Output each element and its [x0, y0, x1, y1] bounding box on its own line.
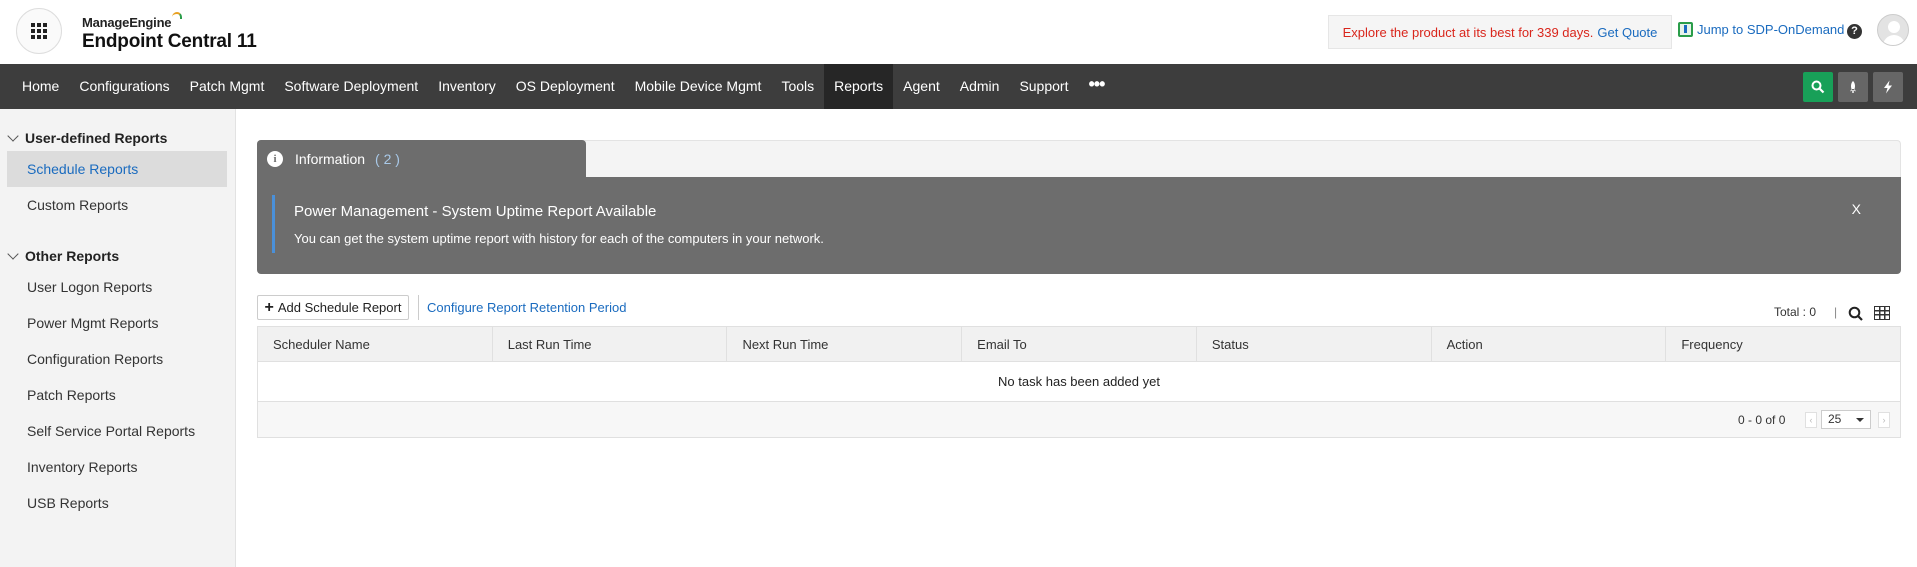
main-nav: Home Configurations Patch Mgmt Software …: [0, 64, 1917, 109]
get-quote-link[interactable]: Get Quote: [1597, 25, 1657, 40]
sidebar-item-patch-reports[interactable]: Patch Reports: [7, 377, 227, 413]
column-frequency[interactable]: Frequency: [1666, 327, 1900, 362]
add-schedule-report-label: Add Schedule Report: [277, 300, 402, 315]
sidebar-item-schedule-reports[interactable]: Schedule Reports: [7, 151, 227, 187]
sidebar-item-user-logon-reports[interactable]: User Logon Reports: [7, 269, 227, 305]
pagination-range: 0 - 0 of 0: [1738, 413, 1786, 427]
quick-actions-button[interactable]: [1873, 72, 1903, 102]
top-header: ManageEngine Endpoint Central 11 Explore…: [0, 0, 1917, 64]
info-title: Power Management - System Uptime Report …: [294, 203, 657, 220]
column-status[interactable]: Status: [1197, 327, 1432, 362]
brand-logo[interactable]: ManageEngine Endpoint Central 11: [82, 12, 257, 53]
total-count: Total : 0: [1774, 305, 1817, 319]
nav-reports[interactable]: Reports: [824, 64, 894, 109]
sidebar-item-power-mgmt-reports[interactable]: Power Mgmt Reports: [7, 305, 227, 341]
info-accent-bar: [272, 195, 275, 253]
table-header: Scheduler Name Last Run Time Next Run Ti…: [258, 327, 1900, 362]
plus-icon: +: [264, 298, 274, 316]
sdp-label: Jump to SDP-OnDemand: [1697, 22, 1845, 37]
chevron-down-icon: [7, 248, 19, 260]
nav-os-deployment[interactable]: OS Deployment: [506, 64, 625, 109]
nav-home[interactable]: Home: [0, 64, 69, 109]
nav-software-deployment[interactable]: Software Deployment: [274, 64, 428, 109]
trial-text: Explore the product at its best for 339 …: [1342, 24, 1594, 40]
lightning-icon: [1884, 80, 1892, 94]
toolbar-divider: [418, 295, 419, 320]
column-chooser-icon[interactable]: [1874, 306, 1890, 320]
add-schedule-report-button[interactable]: + Add Schedule Report: [257, 295, 409, 320]
table-pagination: 0 - 0 of 0 ‹ 25 ›: [258, 402, 1900, 437]
rocket-icon: [1850, 81, 1856, 93]
schedule-reports-table: Scheduler Name Last Run Time Next Run Ti…: [257, 326, 1901, 438]
more-menu-icon[interactable]: •••: [1078, 64, 1114, 109]
column-next-run-time[interactable]: Next Run Time: [727, 327, 963, 362]
info-icon: i: [267, 151, 283, 167]
user-avatar[interactable]: [1877, 14, 1909, 46]
table-search-icon[interactable]: [1847, 305, 1865, 323]
reports-sidebar: User-defined Reports Schedule Reports Cu…: [0, 109, 236, 567]
sidebar-item-custom-reports[interactable]: Custom Reports: [7, 187, 227, 223]
configure-retention-link[interactable]: Configure Report Retention Period: [427, 300, 626, 315]
app-launcher-button[interactable]: [16, 8, 62, 54]
toolbar-separator: |: [1834, 305, 1838, 319]
information-tab[interactable]: i Information ( 2 ): [257, 140, 586, 178]
nav-inventory[interactable]: Inventory: [428, 64, 506, 109]
page-size-select[interactable]: 25: [1821, 410, 1871, 429]
help-icon[interactable]: ?: [1847, 24, 1862, 39]
search-icon: [1811, 80, 1825, 94]
sidebar-item-inventory-reports[interactable]: Inventory Reports: [7, 449, 227, 485]
empty-table-message: No task has been added yet: [258, 362, 1900, 402]
column-email-to[interactable]: Email To: [962, 327, 1197, 362]
product-name: Endpoint Central 11: [82, 31, 257, 52]
quick-launch-button[interactable]: [1838, 72, 1868, 102]
next-page-button[interactable]: ›: [1878, 412, 1890, 428]
sidebar-item-configuration-reports[interactable]: Configuration Reports: [7, 341, 227, 377]
nav-agent[interactable]: Agent: [893, 64, 950, 109]
nav-configurations[interactable]: Configurations: [69, 64, 179, 109]
trial-banner: Explore the product at its best for 339 …: [1328, 15, 1672, 49]
caret-down-icon: [1856, 418, 1864, 422]
nav-tools[interactable]: Tools: [771, 64, 824, 109]
column-action[interactable]: Action: [1432, 327, 1667, 362]
group-label: Other Reports: [25, 248, 120, 264]
group-label: User-defined Reports: [25, 130, 168, 146]
nav-actions: [1803, 72, 1903, 102]
global-search-button[interactable]: [1803, 72, 1833, 102]
info-message-panel: Power Management - System Uptime Report …: [257, 177, 1901, 274]
information-count: ( 2 ): [375, 151, 400, 167]
grid-icon: [31, 23, 47, 39]
nav-admin[interactable]: Admin: [950, 64, 1010, 109]
group-other-reports[interactable]: Other Reports: [7, 248, 120, 264]
company-name: ManageEngine: [82, 15, 172, 30]
nav-support[interactable]: Support: [1009, 64, 1078, 109]
chevron-down-icon: [7, 130, 19, 142]
logo-arc-icon: [172, 12, 183, 19]
column-scheduler-name[interactable]: Scheduler Name: [258, 327, 493, 362]
close-info-button[interactable]: X: [1852, 201, 1861, 217]
info-description: You can get the system uptime report wit…: [294, 231, 824, 246]
sdp-icon: [1678, 22, 1693, 37]
sidebar-item-self-service-portal-reports[interactable]: Self Service Portal Reports: [7, 413, 227, 449]
information-tab-label: Information: [295, 151, 366, 167]
sdp-ondemand-link[interactable]: Jump to SDP-OnDemand: [1678, 22, 1844, 37]
page-size-value: 25: [1828, 412, 1842, 426]
nav-mobile-device-mgmt[interactable]: Mobile Device Mgmt: [625, 64, 772, 109]
sidebar-item-usb-reports[interactable]: USB Reports: [7, 485, 227, 521]
group-user-defined-reports[interactable]: User-defined Reports: [7, 130, 168, 146]
nav-patch-mgmt[interactable]: Patch Mgmt: [180, 64, 275, 109]
column-last-run-time[interactable]: Last Run Time: [493, 327, 728, 362]
previous-page-button[interactable]: ‹: [1805, 412, 1817, 428]
